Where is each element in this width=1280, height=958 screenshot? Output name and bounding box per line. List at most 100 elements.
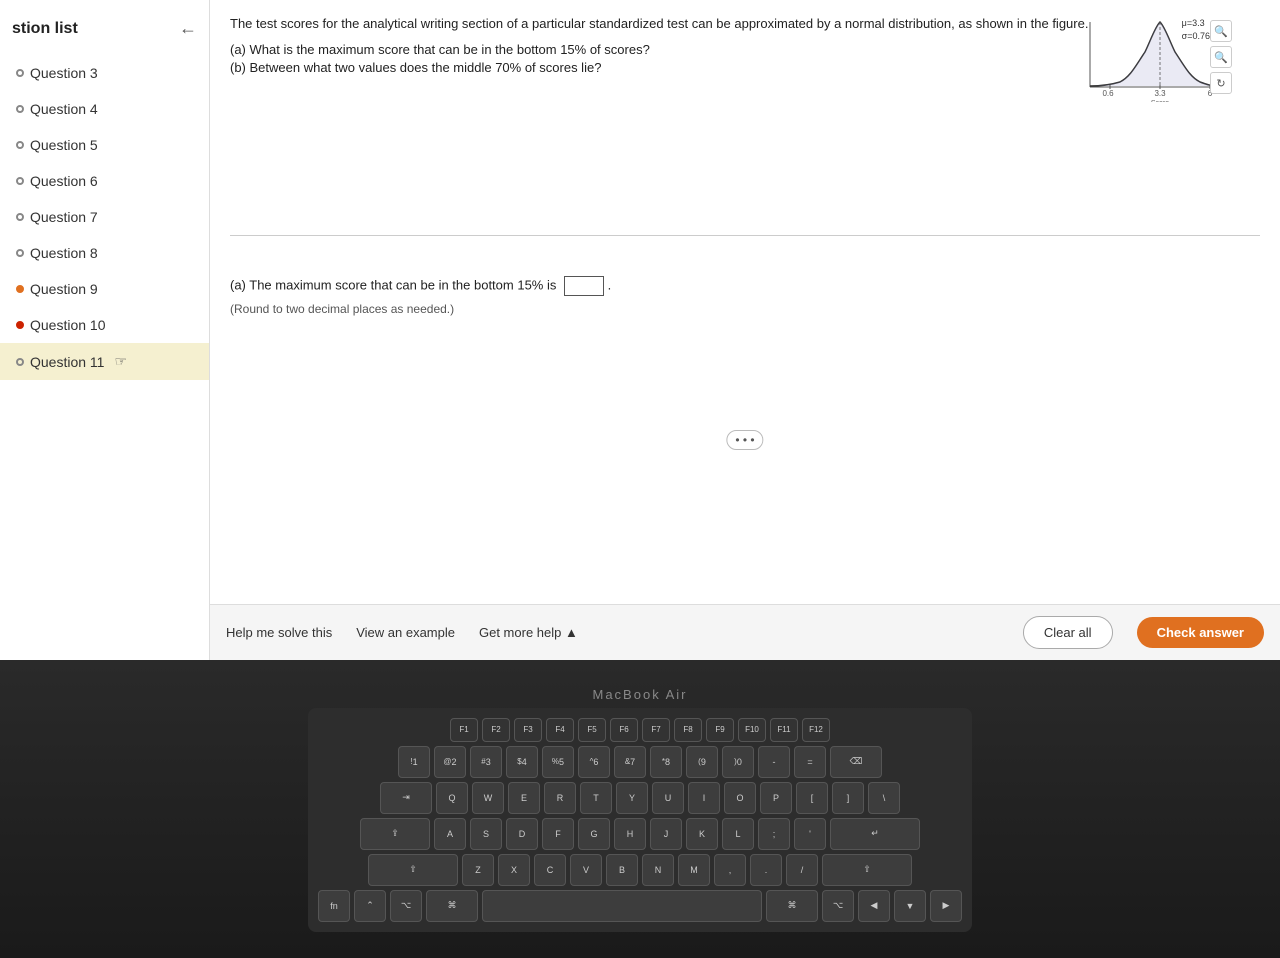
key-3[interactable]: #3	[470, 746, 502, 778]
key-lalt[interactable]: ⌥	[390, 890, 422, 922]
key-g[interactable]: G	[578, 818, 610, 850]
key-0[interactable]: )0	[722, 746, 754, 778]
key-down[interactable]: ▼	[894, 890, 926, 922]
key-slash[interactable]: /	[786, 854, 818, 886]
expand-button[interactable]: • • •	[726, 430, 763, 450]
key-d[interactable]: D	[506, 818, 538, 850]
sidebar-item-q7[interactable]: Question 7	[0, 199, 209, 235]
sidebar-item-q9[interactable]: Question 9	[0, 271, 209, 307]
sidebar-item-q10[interactable]: Question 10	[0, 307, 209, 343]
sidebar-collapse-button[interactable]: ←	[179, 18, 197, 39]
key-lbracket[interactable]: [	[796, 782, 828, 814]
key-left[interactable]: ◀	[858, 890, 890, 922]
key-enter[interactable]: ↵	[830, 818, 920, 850]
key-f4[interactable]: F4	[546, 718, 574, 742]
key-b[interactable]: B	[606, 854, 638, 886]
key-n[interactable]: N	[642, 854, 674, 886]
key-o[interactable]: O	[724, 782, 756, 814]
key-4[interactable]: $4	[506, 746, 538, 778]
zoom-out-icon[interactable]: 🔍	[1210, 46, 1232, 68]
sidebar-item-q6[interactable]: Question 6	[0, 163, 209, 199]
key-a[interactable]: A	[434, 818, 466, 850]
key-quote[interactable]: '	[794, 818, 826, 850]
key-f2[interactable]: F2	[482, 718, 510, 742]
key-f7[interactable]: F7	[642, 718, 670, 742]
key-f1[interactable]: F1	[450, 718, 478, 742]
key-9[interactable]: (9	[686, 746, 718, 778]
key-space[interactable]	[482, 890, 762, 922]
sidebar-item-q11[interactable]: Question 11 ☞	[0, 343, 209, 380]
key-e[interactable]: E	[508, 782, 540, 814]
get-more-help-link[interactable]: Get more help ▲	[479, 625, 578, 640]
q4-label: Question 4	[30, 101, 98, 117]
key-x[interactable]: X	[498, 854, 530, 886]
key-rshift[interactable]: ⇧	[822, 854, 912, 886]
key-1[interactable]: !1	[398, 746, 430, 778]
key-f6[interactable]: F6	[610, 718, 638, 742]
zoom-in-icon[interactable]: 🔍	[1210, 20, 1232, 42]
sigma-label: σ=0.76	[1182, 30, 1210, 43]
key-ctrl[interactable]: ⌃	[354, 890, 386, 922]
key-y[interactable]: Y	[616, 782, 648, 814]
key-rbracket[interactable]: ]	[832, 782, 864, 814]
answer-a-input[interactable]	[564, 276, 604, 296]
key-c[interactable]: C	[534, 854, 566, 886]
sidebar-item-q3[interactable]: Question 3	[0, 55, 209, 91]
key-backslash[interactable]: \	[868, 782, 900, 814]
key-f8[interactable]: F8	[674, 718, 702, 742]
key-u[interactable]: U	[652, 782, 684, 814]
key-tab[interactable]: ⇥	[380, 782, 432, 814]
refresh-icon[interactable]: ↻	[1210, 72, 1232, 94]
key-lshift[interactable]: ⇧	[368, 854, 458, 886]
key-k[interactable]: K	[686, 818, 718, 850]
key-fn[interactable]: fn	[318, 890, 350, 922]
key-6[interactable]: ^6	[578, 746, 610, 778]
view-example-link[interactable]: View an example	[356, 625, 455, 640]
key-right[interactable]: ▶	[930, 890, 962, 922]
key-t[interactable]: T	[580, 782, 612, 814]
q11-label: Question 11	[30, 354, 104, 370]
key-lcmd[interactable]: ⌘	[426, 890, 478, 922]
key-period[interactable]: .	[750, 854, 782, 886]
key-j[interactable]: J	[650, 818, 682, 850]
key-semicolon[interactable]: ;	[758, 818, 790, 850]
qwerty-key-row: ⇥ Q W E R T Y U I O P [ ] \	[318, 782, 962, 814]
key-m[interactable]: M	[678, 854, 710, 886]
key-f9[interactable]: F9	[706, 718, 734, 742]
key-p[interactable]: P	[760, 782, 792, 814]
key-v[interactable]: V	[570, 854, 602, 886]
key-f5[interactable]: F5	[578, 718, 606, 742]
key-rcmd[interactable]: ⌘	[766, 890, 818, 922]
key-f3[interactable]: F3	[514, 718, 542, 742]
sidebar-item-q8[interactable]: Question 8	[0, 235, 209, 271]
clear-all-button[interactable]: Clear all	[1023, 616, 1113, 649]
key-f10[interactable]: F10	[738, 718, 766, 742]
key-5[interactable]: %5	[542, 746, 574, 778]
key-equals[interactable]: =	[794, 746, 826, 778]
answer-a-period: .	[608, 277, 612, 292]
key-7[interactable]: &7	[614, 746, 646, 778]
key-i[interactable]: I	[688, 782, 720, 814]
sidebar-item-q5[interactable]: Question 5	[0, 127, 209, 163]
check-answer-button[interactable]: Check answer	[1137, 617, 1264, 648]
key-w[interactable]: W	[472, 782, 504, 814]
key-l[interactable]: L	[722, 818, 754, 850]
key-comma[interactable]: ,	[714, 854, 746, 886]
key-z[interactable]: Z	[462, 854, 494, 886]
key-minus[interactable]: -	[758, 746, 790, 778]
key-h[interactable]: H	[614, 818, 646, 850]
key-f[interactable]: F	[542, 818, 574, 850]
key-r[interactable]: R	[544, 782, 576, 814]
key-8[interactable]: *8	[650, 746, 682, 778]
q11-hand-icon: ☞	[114, 353, 127, 370]
key-backspace[interactable]: ⌫	[830, 746, 882, 778]
key-capslock[interactable]: ⇪	[360, 818, 430, 850]
key-ralt[interactable]: ⌥	[822, 890, 854, 922]
key-s[interactable]: S	[470, 818, 502, 850]
key-f12[interactable]: F12	[802, 718, 830, 742]
sidebar-item-q4[interactable]: Question 4	[0, 91, 209, 127]
key-q[interactable]: Q	[436, 782, 468, 814]
key-2[interactable]: @2	[434, 746, 466, 778]
key-f11[interactable]: F11	[770, 718, 798, 742]
help-me-solve-link[interactable]: Help me solve this	[226, 625, 332, 640]
